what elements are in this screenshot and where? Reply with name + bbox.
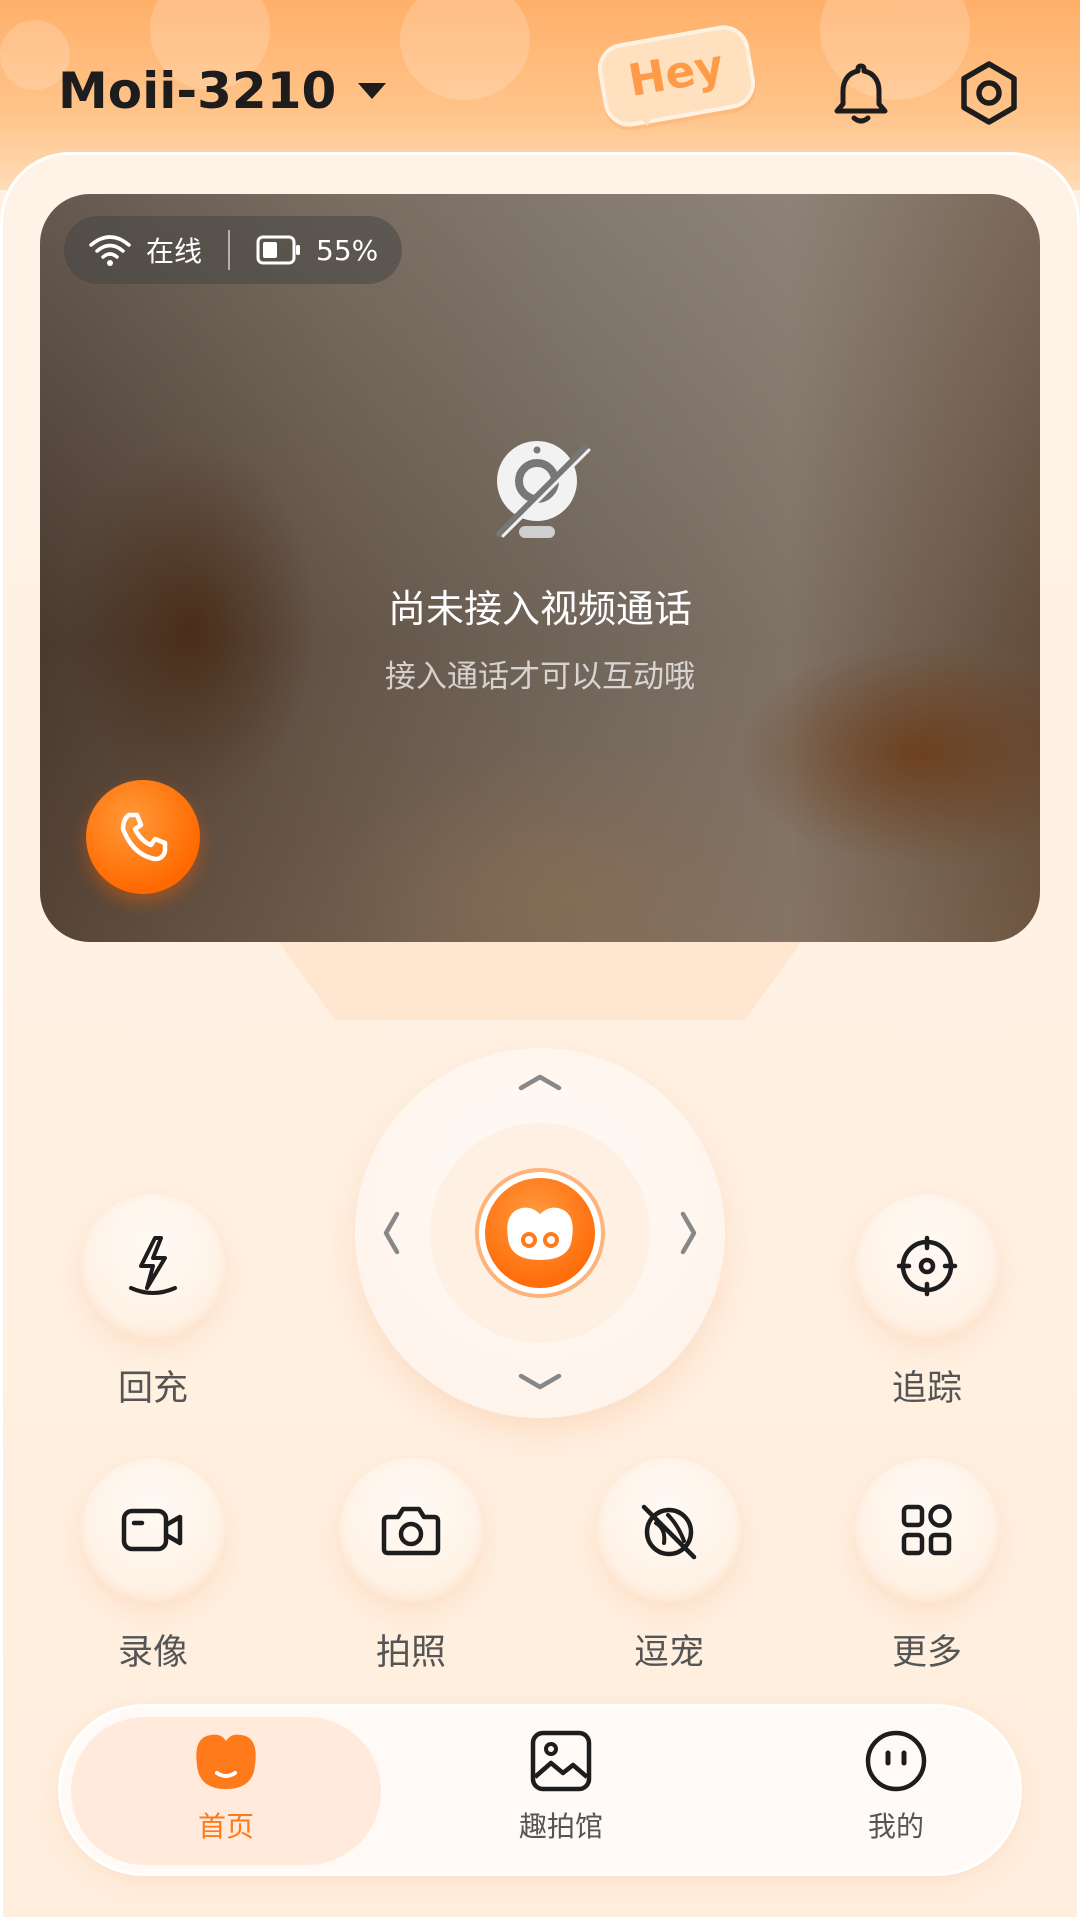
mascot-icon (485, 1178, 595, 1288)
grid-icon (901, 1504, 952, 1556)
connection-status: 在线 (146, 235, 203, 268)
battery-level: 55% (316, 233, 379, 267)
record-control[interactable]: 录像 (81, 1458, 225, 1675)
decor-bubble (400, 0, 530, 100)
more-control[interactable]: 更多 (855, 1458, 999, 1675)
phone-icon (120, 812, 168, 862)
recharge-button[interactable] (81, 1194, 225, 1338)
arrow-up-button[interactable] (515, 1070, 565, 1098)
recharge-label: 回充 (117, 1369, 188, 1409)
direction-pad[interactable] (355, 1048, 725, 1418)
track-label: 追踪 (891, 1369, 962, 1409)
hey-badge: Hey (593, 21, 760, 131)
nav-mine-label: 我的 (867, 1810, 924, 1843)
chevron-right-icon (680, 1211, 697, 1255)
target-icon (896, 1235, 958, 1297)
video-status-subtitle: 接入通话才可以互动哦 (385, 659, 695, 695)
call-button[interactable] (86, 780, 200, 894)
nav-item-gallery[interactable]: 趣拍馆 (451, 1729, 671, 1845)
play-pet-label: 逗宠 (633, 1633, 704, 1673)
device-name: Moii-3210 (58, 62, 337, 120)
nav-item-mine[interactable]: 我的 (786, 1729, 1006, 1845)
more-button[interactable] (855, 1458, 999, 1602)
video-preview[interactable]: 在线 55% 尚未接入视频通话 接入通话才可以互动哦 (40, 194, 1040, 942)
center-button[interactable] (475, 1168, 605, 1298)
track-button[interactable] (855, 1194, 999, 1338)
chevron-down-icon (358, 83, 387, 99)
nav-gallery-label: 趣拍馆 (518, 1810, 603, 1843)
stage-base (270, 930, 810, 1020)
chevron-left-icon (383, 1211, 400, 1255)
camera-off-icon (496, 441, 591, 538)
track-control[interactable]: 追踪 (855, 1194, 999, 1411)
video-camera-icon (121, 1508, 183, 1552)
chevron-down-icon (518, 1373, 562, 1390)
settings-icon[interactable] (954, 58, 1024, 128)
arrow-down-button[interactable] (515, 1370, 565, 1398)
battery-icon (256, 235, 301, 265)
photo-button[interactable] (339, 1458, 483, 1602)
image-icon (530, 1730, 592, 1792)
arrow-right-button[interactable] (677, 1208, 701, 1262)
record-label: 录像 (117, 1633, 188, 1673)
camera-icon (381, 1506, 441, 1556)
photo-label: 拍照 (375, 1633, 446, 1673)
play-pet-control[interactable]: 逗宠 (597, 1458, 741, 1675)
device-status-pill: 在线 55% (64, 216, 403, 284)
divider (228, 230, 231, 270)
recharge-control[interactable]: 回充 (81, 1194, 225, 1411)
arrow-left-button[interactable] (379, 1208, 403, 1262)
nav-item-home[interactable]: 首页 (116, 1729, 336, 1845)
nav-home-label: 首页 (197, 1810, 254, 1843)
play-pet-button[interactable] (597, 1458, 741, 1602)
lightning-dock-icon (129, 1236, 177, 1295)
more-label: 更多 (891, 1633, 962, 1673)
bottom-nav: 首页 趣拍馆 我的 (58, 1704, 1022, 1876)
device-selector[interactable]: Moii-3210 (58, 62, 387, 120)
video-placeholder: 尚未接入视频通话 接入通话才可以互动哦 (40, 434, 1040, 696)
wifi-icon (89, 235, 131, 266)
home-mascot-icon (196, 1734, 256, 1789)
photo-control[interactable]: 拍照 (339, 1458, 483, 1675)
bell-icon[interactable] (826, 58, 896, 128)
cat-toy-icon (641, 1504, 697, 1560)
face-icon (865, 1730, 927, 1792)
chevron-up-icon (518, 1074, 562, 1091)
record-button[interactable] (81, 1458, 225, 1602)
video-status-title: 尚未接入视频通话 (387, 587, 692, 631)
hey-badge-tail (628, 101, 664, 129)
